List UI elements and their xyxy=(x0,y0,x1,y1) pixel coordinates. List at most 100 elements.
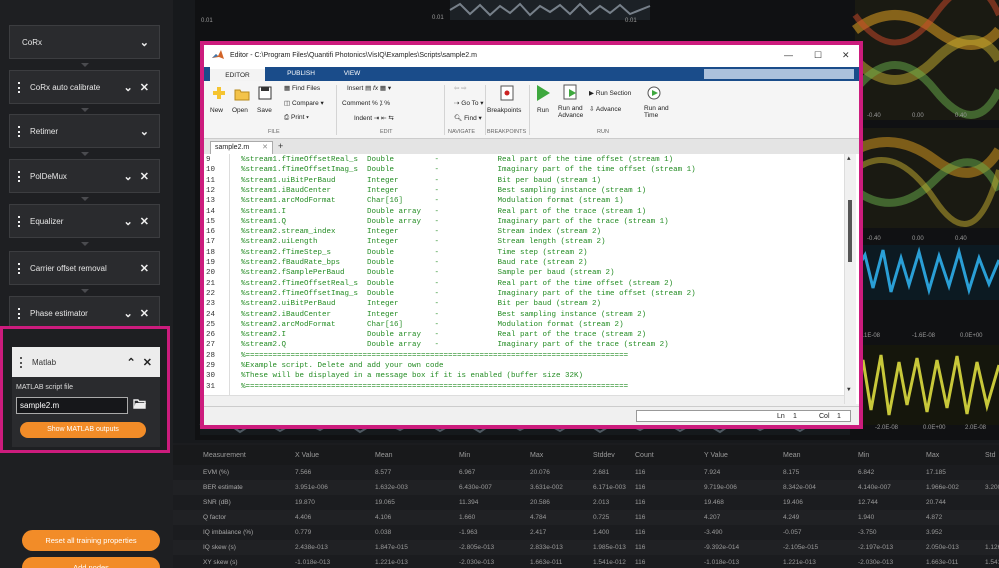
print-button[interactable]: ⎙ Print ▾ xyxy=(284,114,309,122)
code-line[interactable]: 24 %stream2.iBaudCenter Integer - Best s… xyxy=(204,311,844,320)
column-header[interactable]: Mean xyxy=(783,452,801,459)
scrollbar-thumb[interactable] xyxy=(848,200,852,262)
reset-training-button[interactable]: Reset all training properties xyxy=(22,530,160,551)
column-header[interactable]: Stddev xyxy=(593,452,615,459)
quick-access-toolbar[interactable] xyxy=(704,69,854,79)
tab-view[interactable]: VIEW xyxy=(332,67,372,81)
code-line[interactable]: 14 %stream1.I Double array - Real part o… xyxy=(204,208,844,217)
drag-handle-icon[interactable] xyxy=(10,297,28,329)
code-line[interactable]: 16 %stream2.stream_index Integer - Strea… xyxy=(204,228,844,237)
save-button[interactable]: Save xyxy=(257,107,272,114)
column-header[interactable]: Max xyxy=(926,452,939,459)
vertical-scrollbar[interactable]: ▲ ▼ xyxy=(844,154,856,404)
open-icon[interactable] xyxy=(234,87,250,103)
code-line[interactable]: 12 %stream1.iBaudCenter Integer - Best s… xyxy=(204,187,844,196)
compare-button[interactable]: ◫ Compare ▾ xyxy=(284,99,324,107)
expand-close-icons[interactable]: ⌄ ✕ xyxy=(124,170,160,183)
code-line[interactable]: 17 %stream2.uiLength Integer - Stream le… xyxy=(204,238,844,247)
find-button[interactable]: 🔍︎ Find ▾ xyxy=(454,114,482,122)
new-tab-plus-icon[interactable]: + xyxy=(278,141,283,151)
indent-button[interactable]: Indent ⇥ ⇤ ⇆ xyxy=(354,114,394,122)
breakpoints-button[interactable]: Breakpoints xyxy=(487,107,521,114)
collapse-close-icons[interactable]: ⌃ ✕ xyxy=(127,356,161,369)
minimize-icon[interactable]: — xyxy=(784,50,793,60)
run-and-advance-icon[interactable] xyxy=(563,84,579,102)
advance-button[interactable]: ⇩ Advance xyxy=(589,105,621,113)
run-and-advance-button[interactable]: Run and Advance xyxy=(558,105,583,119)
folder-icon[interactable] xyxy=(133,398,147,412)
code-line[interactable]: 26 %stream2.I Double array - Real part o… xyxy=(204,331,844,340)
column-header[interactable]: Max xyxy=(530,452,543,459)
comment-button[interactable]: Comment % ⁒ % xyxy=(342,99,390,107)
run-and-time-icon[interactable] xyxy=(646,84,662,102)
code-editor[interactable]: 9 %stream1.fTimeOffsetReal_s Double - Re… xyxy=(204,154,859,404)
node-poldemux[interactable]: PolDeMux ⌄ ✕ xyxy=(9,159,160,193)
code-line[interactable]: 15 %stream1.Q Double array - Imaginary p… xyxy=(204,218,844,227)
column-header[interactable]: Mean xyxy=(375,452,393,459)
expand-close-icons[interactable]: ⌄ ✕ xyxy=(124,81,160,94)
script-file-input[interactable]: sample2.m xyxy=(16,397,128,414)
drag-handle-icon[interactable] xyxy=(10,115,28,147)
run-button[interactable]: Run xyxy=(537,107,549,114)
column-header[interactable]: Y Value xyxy=(704,452,728,459)
code-line[interactable]: 11 %stream1.uiBitPerBaud Integer - Bit p… xyxy=(204,177,844,186)
file-tab-sample2[interactable]: sample2.m ✕ xyxy=(210,141,273,154)
maximize-icon[interactable]: ☐ xyxy=(814,50,822,61)
code-line[interactable]: 25 %stream2.arcModFormat Char[16] - Modu… xyxy=(204,321,844,330)
run-and-time-button[interactable]: Run and Time xyxy=(644,105,669,119)
scroll-up-icon[interactable]: ▲ xyxy=(847,155,851,162)
find-files-button[interactable]: ▦ Find Files xyxy=(284,84,320,92)
drag-handle-icon[interactable] xyxy=(10,205,28,237)
node-equalizer[interactable]: Equalizer ⌄ ✕ xyxy=(9,204,160,238)
horizontal-scrollbar[interactable] xyxy=(204,395,844,404)
close-icon[interactable]: ✕ xyxy=(842,50,850,61)
code-line[interactable]: 27 %stream2.Q Double array - Imaginary p… xyxy=(204,341,844,350)
show-matlab-outputs-button[interactable]: Show MATLAB outputs xyxy=(20,422,146,438)
column-header[interactable]: X Value xyxy=(295,452,319,459)
open-button[interactable]: Open xyxy=(232,107,248,114)
save-icon[interactable] xyxy=(258,86,272,102)
node-corx[interactable]: CoRx ⌄ xyxy=(9,25,160,59)
close-tab-icon[interactable]: ✕ xyxy=(262,143,268,151)
node-retimer[interactable]: Retimer ⌄ xyxy=(9,114,160,148)
run-section-button[interactable]: ▶ Run Section xyxy=(589,89,631,97)
drag-handle-icon[interactable] xyxy=(10,160,28,192)
column-header[interactable]: Count xyxy=(635,452,654,459)
code-line[interactable]: 10 %stream1.fTimeOffsetImag_s Double - I… xyxy=(204,166,844,175)
column-header[interactable]: Min xyxy=(459,452,470,459)
code-line[interactable]: 19 %stream2.fBaudRate_bps Double - Baud … xyxy=(204,259,844,268)
drag-handle-icon[interactable] xyxy=(12,347,30,377)
chevron-down-icon[interactable]: ⌄ xyxy=(140,36,159,49)
code-line[interactable]: 29 %Example script. Delete and add your … xyxy=(204,362,844,371)
drag-handle-icon[interactable] xyxy=(10,252,28,284)
column-header[interactable]: Min xyxy=(858,452,869,459)
code-line[interactable]: 30 %These will be displayed in a message… xyxy=(204,372,844,381)
chevron-down-icon[interactable]: ⌄ xyxy=(140,125,159,138)
node-corx-auto-calibrate[interactable]: CoRx auto calibrate ⌄ ✕ xyxy=(9,70,160,104)
code-line[interactable]: 18 %stream2.fTimeStep_s Double - Time st… xyxy=(204,249,844,258)
new-button[interactable]: New xyxy=(210,107,223,114)
close-icon[interactable]: ✕ xyxy=(140,262,159,275)
code-line[interactable]: 20 %stream2.fSamplePerBaud Double - Samp… xyxy=(204,269,844,278)
insert-button[interactable]: Insert ▤ fx ▦ ▾ xyxy=(347,84,391,92)
expand-close-icons[interactable]: ⌄ ✕ xyxy=(124,215,160,228)
tab-publish[interactable]: PUBLISH xyxy=(276,67,326,81)
drag-handle-icon[interactable] xyxy=(10,71,28,103)
editor-titlebar[interactable]: Editor - C:\Program Files\Quantifi Photo… xyxy=(204,45,859,67)
code-line[interactable]: 21 %stream2.fTimeOffsetReal_s Double - R… xyxy=(204,280,844,289)
code-line[interactable]: 22 %stream2.fTimeOffsetImag_s Double - I… xyxy=(204,290,844,299)
code-line[interactable]: 13 %stream1.arcModFormat Char[16] - Modu… xyxy=(204,197,844,206)
breakpoints-icon[interactable] xyxy=(500,85,514,103)
code-line[interactable]: 31 %====================================… xyxy=(204,383,844,392)
node-matlab[interactable]: Matlab ⌃ ✕ xyxy=(12,347,160,377)
node-carrier-offset-removal[interactable]: Carrier offset removal ✕ xyxy=(9,251,160,285)
run-icon[interactable] xyxy=(535,84,551,104)
expand-close-icons[interactable]: ⌄ ✕ xyxy=(124,307,160,320)
code-line[interactable]: 23 %stream2.uiBitPerBaud Integer - Bit p… xyxy=(204,300,844,309)
navigate-arrows-icon[interactable]: ⇦ ⇨ xyxy=(454,84,467,92)
code-line[interactable]: 9 %stream1.fTimeOffsetReal_s Double - Re… xyxy=(204,156,844,165)
scroll-down-icon[interactable]: ▼ xyxy=(847,386,851,393)
code-line[interactable]: 28 %====================================… xyxy=(204,352,844,361)
new-icon[interactable] xyxy=(212,85,226,103)
column-header[interactable]: Std xyxy=(985,452,996,459)
